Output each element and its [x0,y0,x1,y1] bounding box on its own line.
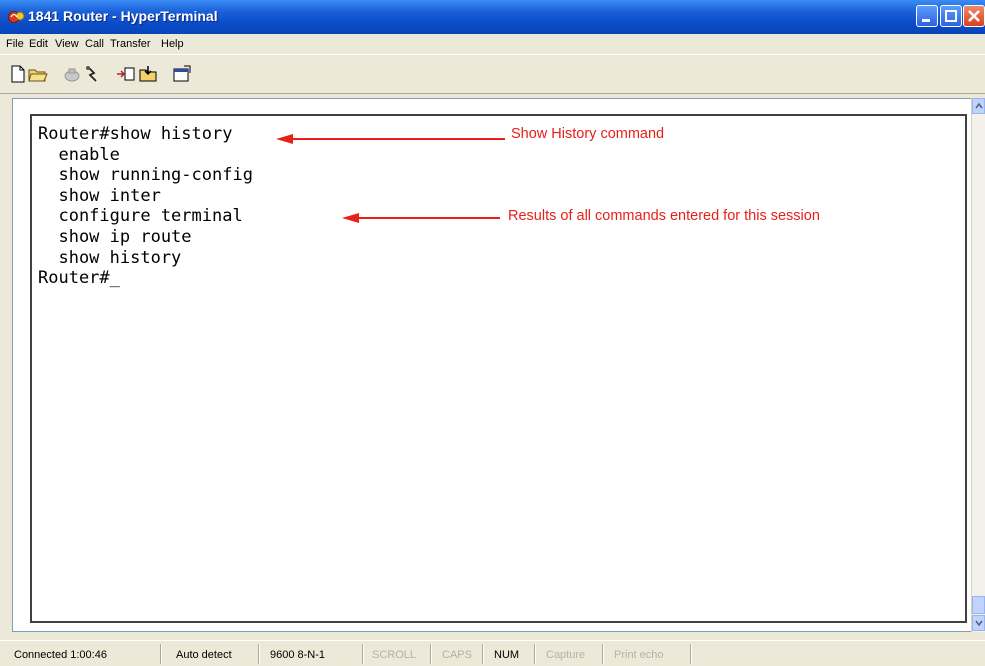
status-scroll: SCROLL [372,649,417,661]
arrow-results [342,213,500,223]
status-capture: Capture [546,649,586,661]
annotation-show-history: Show History command [511,126,665,142]
status-detect: Auto detect [176,649,232,661]
status-caps: CAPS [442,649,472,661]
status-bar: Connected 1:00:46 Auto detect 9600 8-N-1… [0,640,985,666]
annotation-arrows [276,134,505,223]
annotation-results: Results of all commands entered for this… [508,208,820,224]
arrow-show-history [276,134,505,144]
status-num: NUM [494,649,520,661]
status-connected: Connected 1:00:46 [14,649,107,661]
status-print-echo: Print echo [614,649,664,661]
status-baud: 9600 8-N-1 [270,649,326,661]
